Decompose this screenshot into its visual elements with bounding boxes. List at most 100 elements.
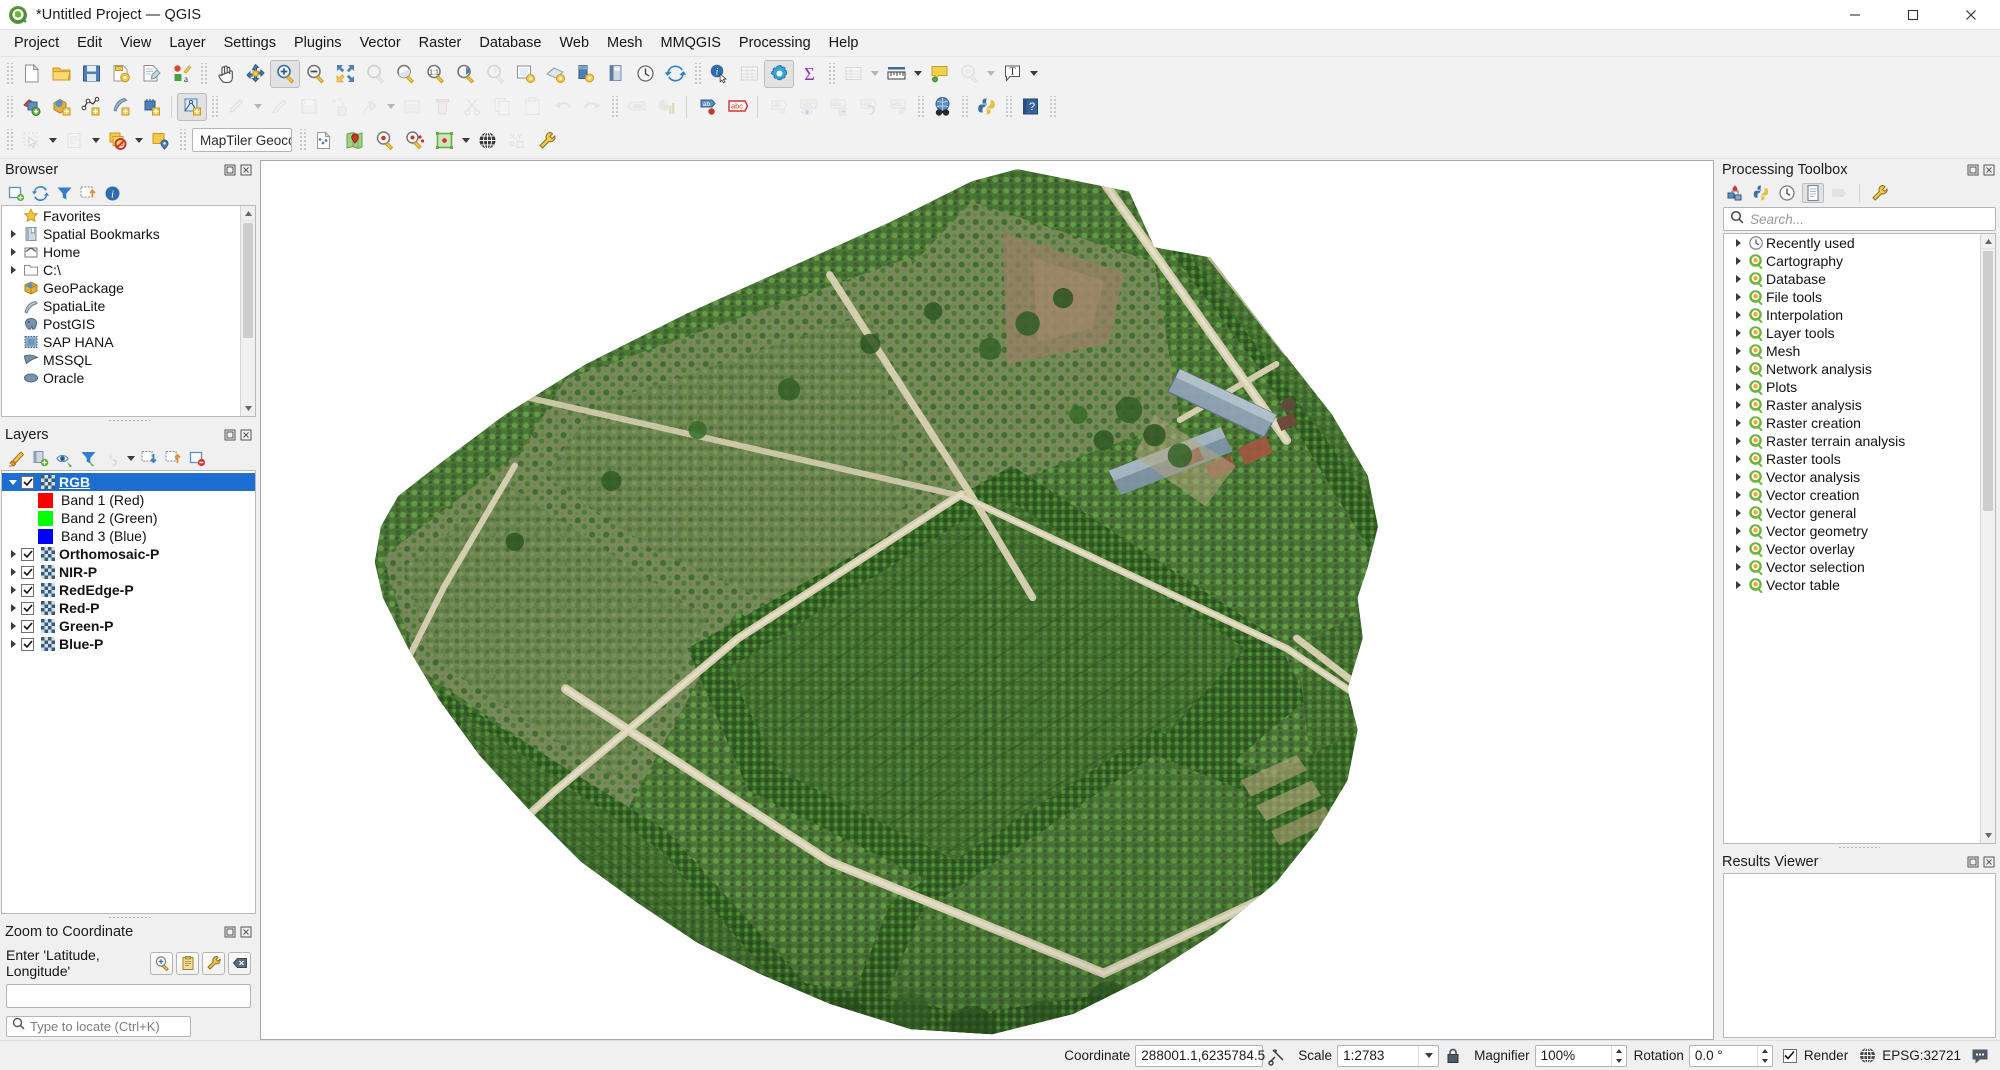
- expander[interactable]: [1731, 311, 1746, 319]
- magnifier-stepper[interactable]: [1611, 1046, 1626, 1066]
- maximize-button[interactable]: [1884, 0, 1942, 30]
- open-model-icon[interactable]: [1724, 183, 1746, 203]
- layout-manager-button[interactable]: [600, 60, 630, 88]
- toolbar-grip[interactable]: [916, 96, 924, 118]
- paste-features-button[interactable]: [517, 93, 547, 121]
- remove-layer-icon[interactable]: [186, 448, 208, 468]
- open-project-button[interactable]: [46, 60, 76, 88]
- open-layer-styling-panel-icon[interactable]: [5, 448, 27, 468]
- scale-combo[interactable]: 1:2783: [1337, 1045, 1439, 1067]
- expander[interactable]: [1731, 581, 1746, 589]
- expander[interactable]: [5, 480, 21, 485]
- browser-undock-button[interactable]: [223, 164, 236, 177]
- browser-filter-icon[interactable]: [53, 183, 75, 203]
- save-layer-edits-button[interactable]: [294, 93, 324, 121]
- expander[interactable]: [5, 568, 21, 576]
- menu-web[interactable]: Web: [550, 32, 598, 54]
- expander[interactable]: [1731, 401, 1746, 409]
- processing-group-database[interactable]: Database: [1724, 270, 1995, 288]
- globe-crs-button[interactable]: [472, 126, 502, 154]
- close-button[interactable]: [1942, 0, 2000, 30]
- xy-coordinate-button[interactable]: X,Y: [502, 126, 532, 154]
- scrollbar-thumb[interactable]: [243, 223, 253, 338]
- filter-legend-by-expression-icon[interactable]: ε: [101, 448, 123, 468]
- measure-dropdown[interactable]: [911, 60, 924, 88]
- edit-label-button[interactable]: abc: [883, 93, 913, 121]
- toolbar-grip[interactable]: [5, 129, 13, 151]
- open-attribute-table-button[interactable]: [734, 60, 764, 88]
- extent-selector-dropdown[interactable]: [459, 126, 472, 154]
- locator-search-input[interactable]: Type to locate (Ctrl+K): [6, 1016, 191, 1037]
- scrollbar-thumb[interactable]: [1983, 251, 1993, 511]
- processing-group-raster-tools[interactable]: Raster tools: [1724, 450, 1995, 468]
- pin-labels-button[interactable]: ab: [692, 93, 722, 121]
- layer-visibility-checkbox[interactable]: [21, 638, 34, 651]
- expander[interactable]: [5, 550, 21, 558]
- layer-visibility-checkbox[interactable]: [21, 548, 34, 561]
- layer-item-red-p[interactable]: Red-P: [2, 599, 255, 617]
- coordinate-display[interactable]: 288001.1,6235784.5: [1135, 1045, 1263, 1067]
- zoom-in-button[interactable]: [270, 60, 300, 88]
- zoom-full-extent-button[interactable]: [330, 60, 360, 88]
- processing-group-network-analysis[interactable]: Network analysis: [1724, 360, 1995, 378]
- layer-item-orthomosaic-p[interactable]: Orthomosaic-P: [2, 545, 255, 563]
- processing-algorithms-tree[interactable]: Recently used Cartography: [1723, 233, 1996, 844]
- toolbar-grip[interactable]: [827, 63, 835, 85]
- browser-tree-container[interactable]: Favorites Spatial Bookmarks: [1, 205, 256, 417]
- menu-project[interactable]: Project: [5, 32, 68, 54]
- expander[interactable]: [6, 248, 21, 256]
- processing-close-button[interactable]: [1982, 164, 1995, 177]
- browser-item-geopackage[interactable]: GeoPackage: [2, 279, 255, 297]
- zoom-out-button[interactable]: [300, 60, 330, 88]
- menu-edit[interactable]: Edit: [68, 32, 111, 54]
- highlight-labels-button[interactable]: abc: [722, 93, 752, 121]
- nominatim-search-button[interactable]: [369, 126, 399, 154]
- new-memory-layer-button[interactable]: [136, 93, 166, 121]
- expander[interactable]: [1731, 473, 1746, 481]
- expander[interactable]: [1731, 347, 1746, 355]
- expander[interactable]: [1731, 275, 1746, 283]
- manage-layer-visibility-icon[interactable]: [53, 448, 75, 468]
- browser-item-spatial-bookmarks[interactable]: Spatial Bookmarks: [2, 225, 255, 243]
- current-edits-dropdown[interactable]: [251, 93, 264, 121]
- rotation-spinbox[interactable]: 0.0 °: [1689, 1045, 1773, 1067]
- new-3d-map-view-button[interactable]: [540, 60, 570, 88]
- layer-visibility-checkbox[interactable]: [21, 620, 34, 633]
- toolbar-grip[interactable]: [298, 129, 306, 151]
- undo-button[interactable]: [547, 93, 577, 121]
- identify-features-button[interactable]: i: [704, 60, 734, 88]
- expander[interactable]: [5, 604, 21, 612]
- expander[interactable]: [1731, 239, 1746, 247]
- style-manager-button[interactable]: a: [166, 60, 196, 88]
- menu-database[interactable]: Database: [470, 32, 550, 54]
- processing-group-cartography[interactable]: Cartography: [1724, 252, 1995, 270]
- toolbar-grip[interactable]: [693, 63, 701, 85]
- add-feature-button[interactable]: [324, 93, 354, 121]
- lock-scale-icon[interactable]: [1441, 1044, 1465, 1068]
- processing-group-vector-creation[interactable]: Vector creation: [1724, 486, 1995, 504]
- text-annotation-button[interactable]: T: [997, 60, 1027, 88]
- georeferencer-button[interactable]: [339, 126, 369, 154]
- expander[interactable]: [1731, 437, 1746, 445]
- processing-group-vector-analysis[interactable]: Vector analysis: [1724, 468, 1995, 486]
- browser-add-layer-icon[interactable]: [5, 183, 27, 203]
- expander[interactable]: [1731, 365, 1746, 373]
- processing-group-vector-table[interactable]: Vector table: [1724, 576, 1995, 594]
- browser-item-home[interactable]: Home: [2, 243, 255, 261]
- copy-features-button[interactable]: [487, 93, 517, 121]
- toolbar-grip[interactable]: [210, 96, 218, 118]
- menu-view[interactable]: View: [111, 32, 160, 54]
- menu-processing[interactable]: Processing: [730, 32, 820, 54]
- processing-group-interpolation[interactable]: Interpolation: [1724, 306, 1995, 324]
- layer-visibility-checkbox[interactable]: [21, 602, 34, 615]
- add-group-icon[interactable]: [29, 448, 51, 468]
- move-label-button[interactable]: ab: [763, 93, 793, 121]
- zoom-to-coordinate-button[interactable]: [150, 952, 173, 975]
- results-viewer-icon[interactable]: [1802, 183, 1824, 203]
- menu-layer[interactable]: Layer: [160, 32, 214, 54]
- save-project-button[interactable]: [76, 60, 106, 88]
- toggle-editing-button[interactable]: [264, 93, 294, 121]
- delete-selected-button[interactable]: [427, 93, 457, 121]
- annotation-button[interactable]: [954, 60, 984, 88]
- statistical-summary-button[interactable]: Σ: [794, 60, 824, 88]
